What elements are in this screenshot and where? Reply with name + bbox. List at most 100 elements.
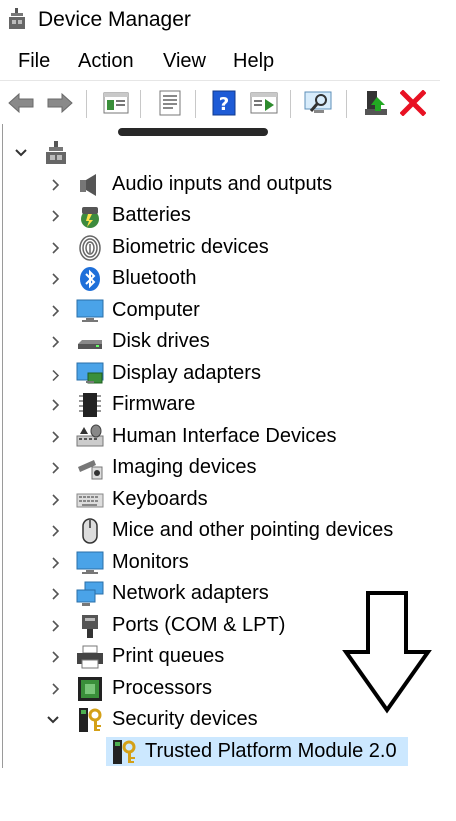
back-arrow-icon xyxy=(8,92,34,114)
port-icon xyxy=(82,615,98,638)
forward-button[interactable] xyxy=(44,87,76,119)
tree-item-bluetooth[interactable]: Bluetooth xyxy=(0,264,440,295)
chevron-right-icon[interactable] xyxy=(48,303,62,319)
chevron-right-icon[interactable] xyxy=(48,366,62,382)
tree-item-label: Monitors xyxy=(112,551,189,573)
uninstall-icon xyxy=(400,90,426,116)
battery-icon xyxy=(81,207,99,228)
mouse-icon xyxy=(82,518,98,544)
tree-item-computer[interactable]: Computer xyxy=(0,296,440,327)
tree-item-disk-drives[interactable]: Disk drives xyxy=(0,327,440,358)
menu-help[interactable]: Help xyxy=(231,50,276,73)
window-title: Device Manager xyxy=(38,8,191,31)
redacted-computer-name xyxy=(118,128,268,136)
title-bar: Device Manager xyxy=(0,0,456,42)
tree-item-imaging[interactable]: Imaging devices xyxy=(0,453,440,484)
update-driver-button[interactable] xyxy=(154,87,186,119)
enable-device-icon xyxy=(365,91,387,115)
enable-device-button[interactable] xyxy=(360,87,392,119)
tree-item-biometric[interactable]: Biometric devices xyxy=(0,233,440,264)
tree-item-monitors[interactable]: Monitors xyxy=(0,548,440,579)
chevron-right-icon[interactable] xyxy=(48,429,62,445)
chevron-right-icon[interactable] xyxy=(48,523,62,539)
tree-root[interactable] xyxy=(0,138,440,169)
chevron-right-icon[interactable] xyxy=(48,334,62,350)
uninstall-button[interactable] xyxy=(397,87,429,119)
security-key-icon xyxy=(79,708,102,732)
bluetooth-icon xyxy=(80,267,100,291)
chevron-right-icon[interactable] xyxy=(48,397,62,413)
scan-hardware-button[interactable] xyxy=(303,87,335,119)
menu-file[interactable]: File xyxy=(16,50,52,73)
tree-item-firmware[interactable]: Firmware xyxy=(0,390,440,421)
disk-drive-icon xyxy=(78,340,102,349)
chevron-right-icon[interactable] xyxy=(48,271,62,287)
tree-item-label: Batteries xyxy=(112,204,191,226)
chevron-right-icon[interactable] xyxy=(48,208,62,224)
chevron-right-icon[interactable] xyxy=(48,618,62,634)
properties-button[interactable] xyxy=(100,87,132,119)
tree-item-label: Bluetooth xyxy=(112,267,197,289)
tree-item-label: Print queues xyxy=(112,645,225,667)
properties-icon xyxy=(103,92,129,114)
tree-item-label: Processors xyxy=(112,677,213,699)
down-arrow-annotation-icon xyxy=(342,591,432,714)
tree-item-label: Trusted Platform Module 2.0 xyxy=(145,740,397,762)
tree-item-label: Human Interface Devices xyxy=(112,425,337,447)
chevron-down-icon[interactable] xyxy=(14,145,28,161)
action-pane-button[interactable] xyxy=(248,87,280,119)
scan-hardware-icon xyxy=(304,91,332,113)
chevron-right-icon[interactable] xyxy=(48,555,62,571)
processor-icon xyxy=(78,677,102,701)
hid-icon xyxy=(76,424,104,447)
tree-item-label: Biometric devices xyxy=(112,236,269,258)
tree-item-mice[interactable]: Mice and other pointing devices xyxy=(0,516,440,547)
chevron-down-icon[interactable] xyxy=(46,712,60,728)
chevron-right-icon[interactable] xyxy=(48,240,62,256)
tree-item-display-adapters[interactable]: Display adapters xyxy=(0,359,440,390)
display-adapter-icon xyxy=(76,362,104,384)
tree-item-label: Display adapters xyxy=(112,362,261,384)
menu-view[interactable]: View xyxy=(161,50,208,73)
toolbar: ? xyxy=(0,80,440,125)
menu-action[interactable]: Action xyxy=(76,50,136,73)
svg-text:?: ? xyxy=(219,94,229,115)
tree-item-label: Keyboards xyxy=(112,488,208,510)
tree-item-keyboards[interactable]: Keyboards xyxy=(0,485,440,516)
action-pane-icon xyxy=(250,92,278,114)
chevron-right-icon[interactable] xyxy=(48,681,62,697)
chevron-right-icon[interactable] xyxy=(48,460,62,476)
chevron-right-icon[interactable] xyxy=(48,649,62,665)
update-driver-icon xyxy=(159,90,181,116)
computer-root-icon xyxy=(46,141,66,164)
security-key-icon xyxy=(113,740,136,764)
keyboard-icon xyxy=(76,493,104,508)
speaker-icon xyxy=(80,174,96,196)
tree-item-audio[interactable]: Audio inputs and outputs xyxy=(0,170,440,201)
tree-item-label: Ports (COM & LPT) xyxy=(112,614,286,636)
network-icon xyxy=(76,581,104,606)
chevron-right-icon[interactable] xyxy=(48,177,62,193)
tree-item-label: Security devices xyxy=(112,708,258,730)
tree-item-hid[interactable]: Human Interface Devices xyxy=(0,422,440,453)
help-button[interactable]: ? xyxy=(208,87,240,119)
tree-item-label: Imaging devices xyxy=(112,456,257,478)
printer-icon xyxy=(77,645,103,669)
forward-arrow-icon xyxy=(47,92,73,114)
tree-item-tpm[interactable]: Trusted Platform Module 2.0 xyxy=(0,737,440,768)
tree-item-label: Computer xyxy=(112,299,200,321)
tree-item-label: Audio inputs and outputs xyxy=(112,173,333,195)
tree-item-batteries[interactable]: Batteries xyxy=(0,201,440,232)
help-icon: ? xyxy=(212,90,236,116)
tree-item-label: Disk drives xyxy=(112,330,210,352)
monitor-icon xyxy=(76,551,104,574)
tree-item-label: Mice and other pointing devices xyxy=(112,519,394,541)
chevron-right-icon[interactable] xyxy=(48,492,62,508)
device-manager-icon xyxy=(9,8,25,29)
chevron-right-icon[interactable] xyxy=(48,586,62,602)
monitor-icon xyxy=(76,299,104,322)
back-button[interactable] xyxy=(5,87,37,119)
fingerprint-icon xyxy=(79,235,101,261)
tree-item-label: Network adapters xyxy=(112,582,269,604)
menu-bar: File Action View Help xyxy=(0,42,440,80)
